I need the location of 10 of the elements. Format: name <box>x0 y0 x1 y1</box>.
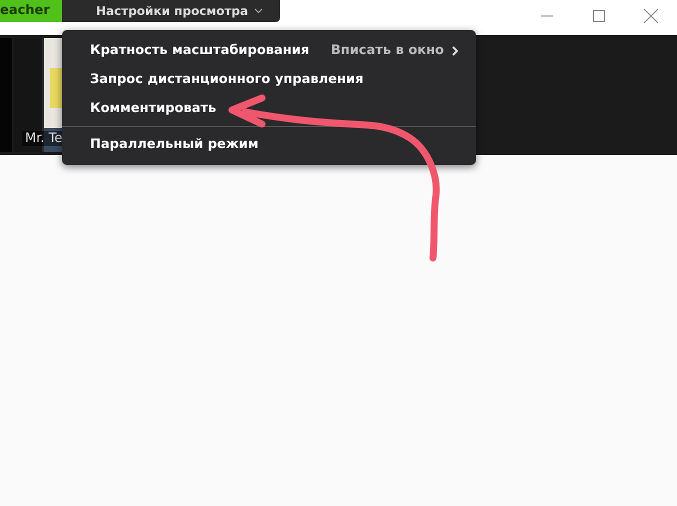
minimize-icon <box>541 15 553 17</box>
chevron-icon <box>254 8 264 14</box>
menu-item[interactable]: Запрос дистанционного управления <box>62 65 476 94</box>
menu-item[interactable]: Кратность масштабирования Вписать в окно <box>62 36 476 65</box>
menu-item[interactable]: Комментировать <box>62 94 476 123</box>
close-icon <box>644 9 658 23</box>
view-settings-button[interactable]: Настройки просмотра <box>62 0 280 22</box>
maximize-icon <box>593 10 605 22</box>
tab[interactable]: eacher <box>0 0 62 22</box>
chevron-right-icon <box>452 46 458 56</box>
